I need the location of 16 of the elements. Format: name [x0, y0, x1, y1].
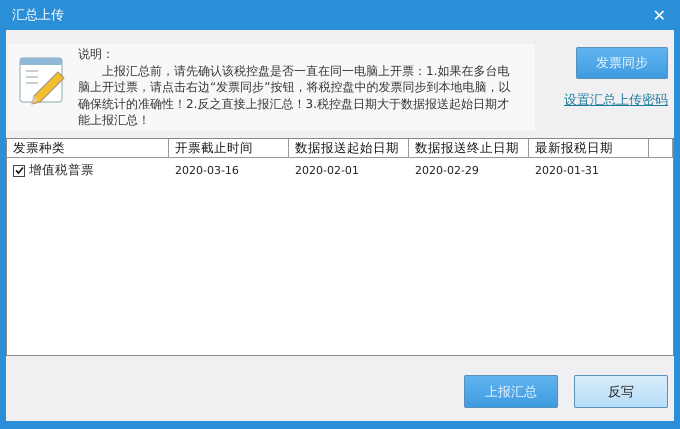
notice-text: 上报汇总前，请先确认该税控盘是否一直在同一电脑上开票：1.如果在多台电脑上开过票，请点击右边“发票同步”按钮，将税控盘中的发票同步到本地电脑，以确保统计的准确性！2.反之直接上报汇总！3.税控盘日期大于数据报送起始日期才能上报汇总！	[78, 62, 512, 128]
writeback-button[interactable]: 反写	[574, 375, 668, 408]
notice-heading: 说明：	[78, 46, 115, 62]
column-header[interactable]: 开票截止时间	[169, 139, 289, 158]
table-cell: 2020-03-16	[175, 164, 239, 177]
table-cell: 增值税普票	[29, 162, 94, 179]
table-cell: 2020-02-01	[295, 164, 359, 177]
column-header[interactable]: 最新报税日期	[529, 139, 649, 158]
checkbox[interactable]	[13, 164, 25, 176]
window-title: 汇总上传	[12, 7, 64, 24]
column-header[interactable]: 数据报送起始日期	[289, 139, 409, 158]
column-header[interactable]: 数据报送终止日期	[409, 139, 529, 158]
table-cell: 2020-02-29	[415, 164, 479, 177]
table-cell: 2020-01-31	[535, 164, 599, 177]
password-link[interactable]: 设置汇总上传密码	[564, 91, 668, 109]
column-header[interactable]: 发票种类	[7, 139, 169, 158]
